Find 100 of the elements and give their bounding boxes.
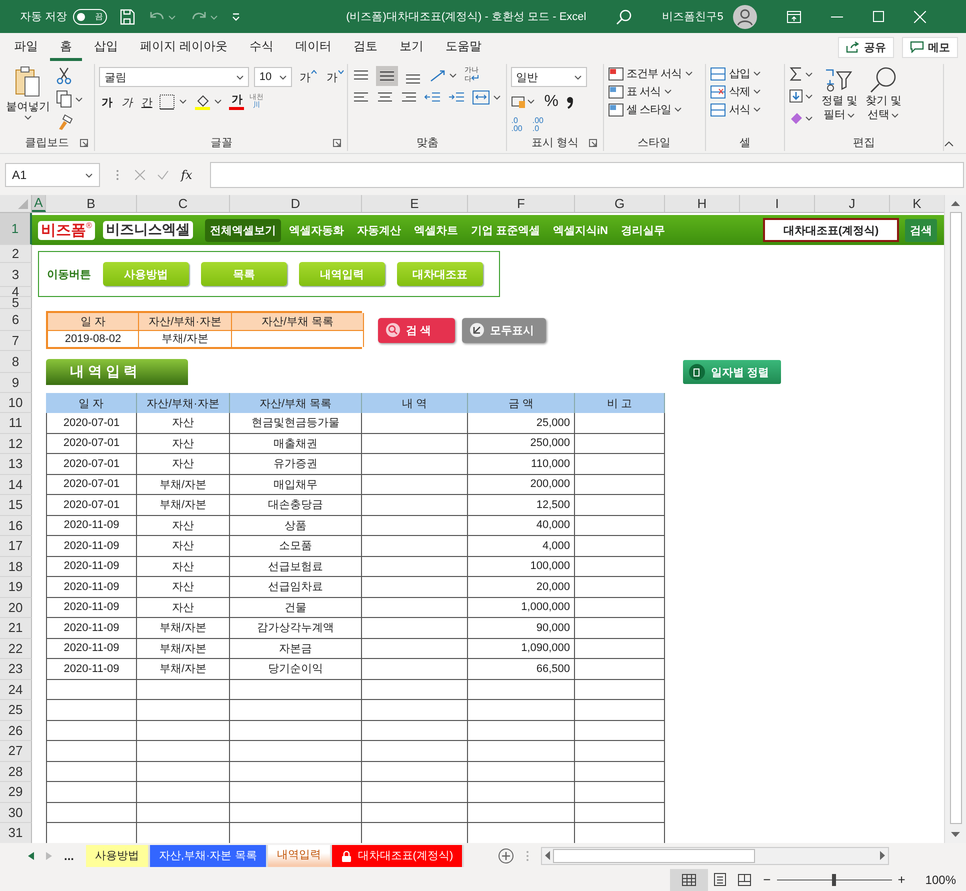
maximize-icon[interactable]: [873, 11, 884, 22]
row-header[interactable]: 5: [0, 297, 32, 309]
normal-view-icon[interactable]: [670, 868, 708, 890]
percent-button[interactable]: %: [542, 93, 560, 111]
add-sheet-icon[interactable]: [498, 848, 514, 864]
avatar-icon[interactable]: [733, 4, 758, 28]
font-size-field[interactable]: 10: [254, 67, 292, 87]
column-header[interactable]: G: [575, 195, 665, 212]
align-middle-icon[interactable]: [376, 66, 398, 86]
nav-link[interactable]: 전체엑셀보기: [204, 218, 281, 242]
row-header[interactable]: 13: [0, 454, 32, 474]
cut-icon[interactable]: [56, 67, 72, 85]
row-header[interactable]: 26: [0, 720, 32, 741]
column-header[interactable]: B: [46, 195, 137, 212]
decrease-font-button[interactable]: 가: [324, 70, 346, 84]
column-header[interactable]: D: [230, 195, 362, 212]
row-header[interactable]: 3: [0, 263, 32, 287]
ribbon-tab[interactable]: 페이지 레이아웃: [130, 34, 238, 60]
orientation-icon[interactable]: [428, 68, 458, 84]
filter-value[interactable]: 2019-08-02: [48, 330, 139, 347]
ribbon-tab[interactable]: 파일: [4, 34, 48, 60]
style-menu-button[interactable]: 셀 스타일: [608, 102, 682, 117]
share-button[interactable]: 공유: [838, 36, 894, 58]
row-header[interactable]: 18: [0, 556, 32, 577]
row-header[interactable]: 16: [0, 516, 32, 536]
column-header[interactable]: H: [665, 195, 740, 212]
font-color-button[interactable]: 가: [229, 94, 244, 110]
row-header[interactable]: 22: [0, 638, 32, 659]
row-header[interactable]: 17: [0, 536, 32, 556]
row-header[interactable]: 11: [0, 413, 32, 434]
scrollbar-thumb[interactable]: [950, 212, 962, 824]
row-header[interactable]: 23: [0, 659, 32, 680]
ribbon-display-icon[interactable]: [787, 10, 802, 22]
dialog-launcher-icon[interactable]: [333, 139, 342, 147]
comma-style-icon[interactable]: [565, 94, 576, 110]
page-break-view-icon[interactable]: [738, 874, 752, 886]
column-header[interactable]: F: [468, 195, 575, 212]
row-header[interactable]: 20: [0, 598, 32, 618]
ribbon-tab[interactable]: 삽입: [84, 34, 128, 60]
row-header[interactable]: 2: [0, 245, 32, 263]
search-icon[interactable]: [616, 8, 632, 24]
collapse-ribbon-icon[interactable]: [944, 141, 954, 147]
style-menu-button[interactable]: 조건부 서식: [608, 66, 693, 81]
scroll-right-icon[interactable]: [880, 851, 886, 860]
border-icon[interactable]: [159, 94, 190, 110]
previous-sheet-icon[interactable]: [28, 852, 34, 860]
increase-font-button[interactable]: 가: [297, 70, 320, 84]
customize-icon[interactable]: [231, 12, 242, 22]
row-header[interactable]: 29: [0, 782, 32, 802]
zoom-in-button[interactable]: +: [898, 872, 906, 887]
sheet-tab[interactable]: 내역입력: [268, 844, 332, 866]
number-format-field[interactable]: 일반: [511, 67, 588, 87]
logo[interactable]: 비즈폼®: [38, 220, 95, 240]
row-header[interactable]: 8: [0, 351, 32, 373]
eraser-icon[interactable]: [789, 111, 816, 125]
sort-filter-button[interactable]: 정렬 및 필터: [819, 64, 860, 124]
increase-decimal-button[interactable]: .0 .00: [511, 117, 522, 133]
bold-button[interactable]: 가: [99, 94, 114, 110]
row-header[interactable]: 6: [0, 309, 32, 331]
autosave-toggle[interactable]: 끔: [73, 8, 108, 24]
user-name[interactable]: 비즈폼친구5: [662, 9, 724, 24]
minimize-icon[interactable]: [831, 16, 844, 18]
find-select-button[interactable]: 찾기 및 선택: [863, 64, 904, 124]
search-button[interactable]: 검색: [905, 218, 937, 242]
formula-field[interactable]: [210, 162, 964, 188]
column-header[interactable]: C: [137, 195, 230, 212]
copy-icon[interactable]: [56, 90, 84, 108]
row-header[interactable]: 31: [0, 823, 32, 843]
zoom-out-button[interactable]: −: [763, 872, 771, 887]
name-box[interactable]: A1: [5, 163, 100, 187]
sheet-tab[interactable]: 자산,부채·자본 목록: [150, 844, 268, 866]
row-header[interactable]: 7: [0, 331, 32, 351]
row-header[interactable]: 14: [0, 474, 32, 495]
style-menu-button[interactable]: 표 서식: [608, 84, 672, 99]
dialog-launcher-icon[interactable]: [588, 139, 597, 147]
row-header[interactable]: 30: [0, 802, 32, 823]
format-painter-icon[interactable]: [56, 113, 74, 131]
horizontal-scrollbar[interactable]: [541, 846, 890, 864]
cells-menu-button[interactable]: 삽입: [710, 66, 761, 81]
ribbon-tab[interactable]: 검토: [343, 34, 388, 60]
merge-center-icon[interactable]: [472, 90, 502, 106]
row-header[interactable]: 21: [0, 618, 32, 638]
scroll-left-icon[interactable]: [545, 851, 550, 860]
ribbon-tab[interactable]: 수식: [239, 34, 284, 60]
ribbon-tab[interactable]: 도움말: [435, 34, 492, 60]
cells-menu-button[interactable]: 서식: [710, 102, 761, 117]
underline-button[interactable]: 간: [139, 94, 154, 110]
scroll-up-icon[interactable]: [951, 201, 960, 206]
paste-button[interactable]: 붙여넣기: [4, 64, 52, 122]
ribbon-tab[interactable]: 데이터: [285, 34, 342, 60]
row-header[interactable]: 4: [0, 287, 32, 297]
search-field[interactable]: 대차대조표(계정식): [763, 218, 899, 242]
more-sheets-button[interactable]: ...: [64, 848, 74, 862]
column-header[interactable]: I: [740, 195, 815, 212]
row-header[interactable]: 24: [0, 680, 32, 700]
memo-button[interactable]: 메모: [902, 36, 958, 58]
save-icon[interactable]: [119, 8, 136, 24]
filter-value[interactable]: 부채/자본: [139, 330, 232, 347]
row-header[interactable]: 27: [0, 741, 32, 762]
sheet-tab[interactable]: 사용방법: [86, 844, 150, 866]
